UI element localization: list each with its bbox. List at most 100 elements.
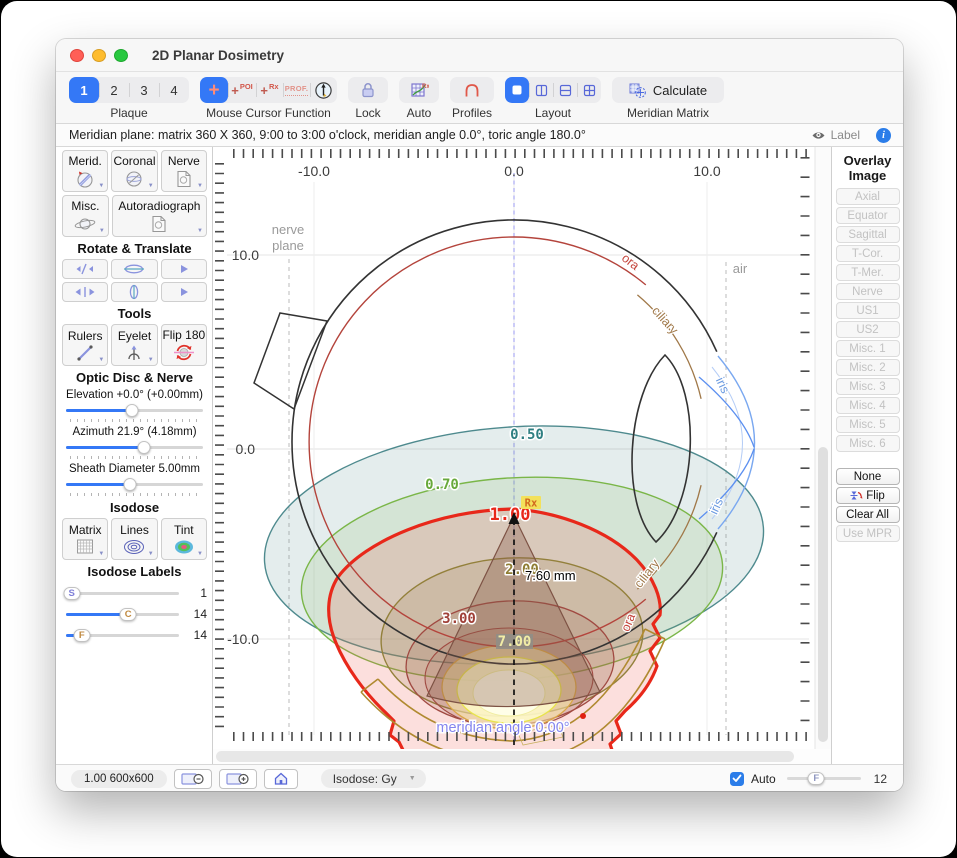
sheath-diameter-label: Sheath Diameter 5.00mm [62,463,207,475]
coronal-view-button[interactable]: Coronal [111,150,157,192]
overlay-nerve-button[interactable]: Nerve [836,283,900,300]
translate-play-button[interactable] [161,282,207,302]
layout-two-row-segment[interactable] [553,77,577,103]
rulers-label: Rulers [68,329,103,343]
zoom-out-button[interactable] [174,769,212,789]
overlay-none-button[interactable]: None [836,468,900,485]
overlay-axial-button[interactable]: Axial [836,188,900,205]
isodose-matrix-button[interactable]: Matrix [62,518,108,560]
play-icon-2 [178,286,190,298]
overlay-us2-button[interactable]: US2 [836,321,900,338]
desktop-background: 2D Planar Dosimetry 1 2 3 4 Plaque + +PO… [1,1,956,857]
isodose-unit-popup[interactable]: Isodose: Gy ▼ [321,769,426,788]
layout-grid-segment[interactable] [577,77,601,103]
overlay-use-mpr-button[interactable]: Use MPR [836,525,900,542]
zoom-in-button[interactable] [219,769,257,789]
isodose-label-s-slider[interactable]: S [66,586,179,600]
overlay-tcor-button[interactable]: T-Cor. [836,245,900,262]
overlay-us1-button[interactable]: US1 [836,302,900,319]
elevation-slider-thumb[interactable] [125,404,138,417]
overlay-misc4-button[interactable]: Misc. 4 [836,397,900,414]
overlay-tmer-button[interactable]: T-Mer. [836,264,900,281]
sheath-slider-thumb[interactable] [124,478,137,491]
profiles-button[interactable] [450,77,494,103]
vertical-scrollbar[interactable] [815,147,831,749]
overlay-misc5-button[interactable]: Misc. 5 [836,416,900,433]
overlay-misc6-button[interactable]: Misc. 6 [836,435,900,452]
c-slider-thumb[interactable]: C [120,608,137,621]
isodose-label-c-slider[interactable]: C [66,607,179,621]
nerve-view-button[interactable]: Nerve [161,150,207,192]
plaque-segment-2[interactable]: 2 [99,77,129,103]
close-button[interactable] [70,49,84,62]
svg-text:3.00: 3.00 [442,611,476,627]
isodose-tint-button[interactable]: Tint [161,518,207,560]
cursor-crosshair-segment[interactable]: + [200,77,228,103]
rulers-button[interactable]: Rulers [62,324,108,366]
cursor-rx-segment[interactable]: +Rx [256,77,283,103]
label-toggle-button[interactable]: Label [805,127,866,143]
plaque-label: Plaque [110,106,147,120]
font-size-slider-thumb[interactable]: F [808,772,825,785]
cursor-compass-segment[interactable] [310,77,337,103]
auto-button[interactable]: Rx [399,77,439,103]
autoradiograph-view-button[interactable]: Autoradiograph [112,195,207,237]
rotate-play-button[interactable] [161,259,207,279]
auto-checkbox[interactable] [730,772,744,786]
plaque-segment-3[interactable]: 3 [129,77,159,103]
cursor-poi-segment[interactable]: +POI [228,77,256,103]
svg-text:0.0: 0.0 [236,441,256,457]
translate-horizontal-button[interactable] [62,282,108,302]
rx-superscript: Rx [269,82,279,91]
optic-disc-nerve-header: Optic Disc & Nerve [62,370,207,385]
misc-view-label: Misc. [71,199,99,213]
zoom-in-icon [226,772,250,786]
elevation-slider[interactable] [66,403,203,417]
isodose-tint-icon [172,538,196,556]
f-slider-thumb[interactable]: F [73,629,90,642]
plaque-segment-1[interactable]: 1 [69,77,99,103]
lock-button[interactable] [348,77,388,103]
dosimetry-canvas[interactable]: 0.50 0.70 1.00 2.00 3.00 Rx 7.00 [213,147,831,764]
auto-checkbox-label: Auto [751,772,776,786]
c-slider-value: 14 [183,607,207,621]
rotate-horizontal-button[interactable] [111,259,157,279]
flip-180-button[interactable]: Flip 180 [161,324,207,366]
misc-view-button[interactable]: Misc. [62,195,109,237]
overlay-misc3-button[interactable]: Misc. 3 [836,378,900,395]
overlay-flip-button[interactable]: Flip [836,487,900,504]
calculate-button[interactable]: Calculate [612,77,724,103]
eyelet-button[interactable]: Eyelet [111,324,157,366]
azimuth-slider[interactable] [66,440,203,454]
svg-text:0.0: 0.0 [504,163,524,179]
bottom-bar: 1.00 600x600 Isodose: Gy ▼ [56,764,903,791]
home-view-button[interactable] [264,769,298,789]
info-icon[interactable]: i [876,128,891,143]
s-slider-thumb[interactable]: S [63,587,80,600]
minimize-button[interactable] [92,49,106,62]
azimuth-slider-thumb[interactable] [138,441,151,454]
isodose-label-f-slider[interactable]: F [66,628,179,642]
profiles-label: Profiles [452,106,492,120]
isodose-lines-label: Lines [120,523,149,537]
font-size-slider[interactable]: F [787,772,861,786]
auto-label: Auto [407,106,432,120]
overlay-equator-button[interactable]: Equator [836,207,900,224]
overlay-misc1-button[interactable]: Misc. 1 [836,340,900,357]
cursor-profile-segment[interactable]: PROF. [283,77,310,103]
meridian-view-button[interactable]: Merid. [62,150,108,192]
vertical-lens-icon [127,284,141,300]
overlay-sagittal-button[interactable]: Sagittal [836,226,900,243]
layout-single-segment[interactable] [505,77,529,103]
overlay-clear-all-button[interactable]: Clear All [836,506,900,523]
plaque-segment-4[interactable]: 4 [159,77,189,103]
sheath-diameter-slider[interactable] [66,477,203,491]
layout-two-column-segment[interactable] [529,77,553,103]
rotate-ccw-button[interactable] [62,259,108,279]
rotate-vertical-button[interactable] [111,282,157,302]
rx-plus-icon: + [260,84,268,97]
overlay-misc2-button[interactable]: Misc. 2 [836,359,900,376]
zoom-button[interactable] [114,49,128,62]
horizontal-scrollbar[interactable] [213,749,831,764]
isodose-lines-button[interactable]: Lines [111,518,157,560]
